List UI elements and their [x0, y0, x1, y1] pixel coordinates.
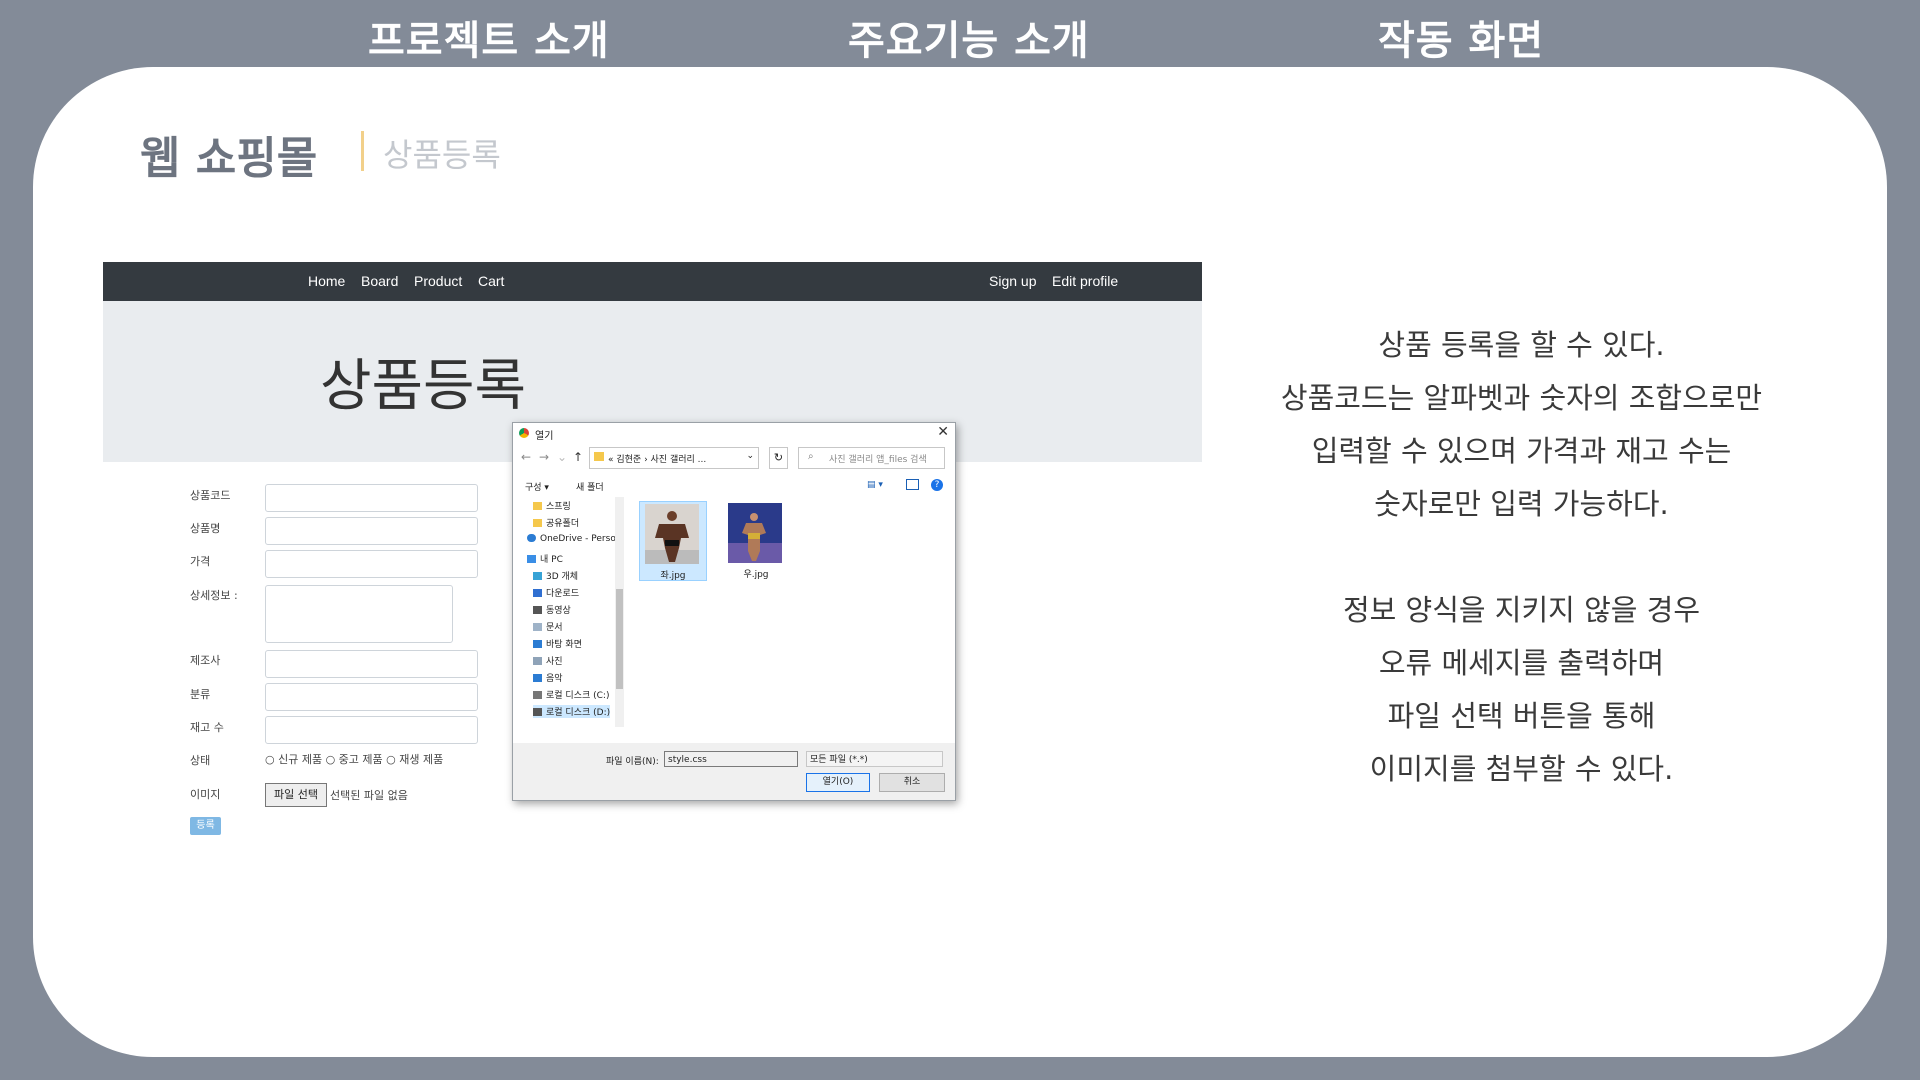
- jumbotron-title: 상품등록: [320, 354, 527, 419]
- bodybuilder-photo-icon: [645, 504, 699, 564]
- label-manufacturer: 제조사: [190, 654, 221, 667]
- dialog-titlebar: 열기 ✕: [513, 423, 955, 443]
- description-paragraph-1: 상품 등록을 할 수 있다. 상품코드는 알파벳과 숫자의 조합으로만 입력할 …: [1240, 319, 1803, 531]
- label-description: 상세정보 :: [190, 589, 238, 602]
- search-placeholder: 사진 갤러리 앱_files 검색: [829, 455, 927, 465]
- forward-arrow-icon[interactable]: →: [539, 450, 549, 464]
- dialog-title: 열기: [535, 431, 554, 442]
- new-folder-button[interactable]: 새 폴더: [576, 480, 604, 493]
- tree-item-onedrive[interactable]: OneDrive - Persor: [527, 534, 620, 544]
- condition-radio-group[interactable]: ○ 신규 제품 ○ 중고 제품 ○ 재생 제품: [265, 751, 443, 767]
- tree-item-disk-c[interactable]: 로컬 디스크 (C:): [533, 688, 609, 701]
- tree-item-shared[interactable]: 공유폴더: [533, 516, 579, 529]
- address-row: ← → ⌄ ↑ « 김현준 › 사진 갤러리 ... ⌄ ↻ ⌕ 사진 갤러리 …: [513, 447, 955, 471]
- description-line: 이미지를 첨부할 수 있다.: [1369, 752, 1674, 786]
- label-product-code: 상품코드: [190, 489, 231, 502]
- label-product-name: 상품명: [190, 522, 221, 535]
- filename-input[interactable]: style.css: [664, 751, 798, 767]
- description-textarea[interactable]: [265, 585, 453, 643]
- tree-item-disk-d[interactable]: 로컬 디스크 (D:): [533, 705, 611, 718]
- refresh-icon[interactable]: ↻: [769, 447, 788, 469]
- manufacturer-input[interactable]: [265, 650, 478, 678]
- preview-pane-icon[interactable]: [906, 479, 919, 490]
- top-nav-item-intro[interactable]: 프로젝트 소개: [368, 8, 610, 66]
- description-line: 정보 양식을 지키지 않을 경우: [1342, 593, 1701, 627]
- top-nav-item-features[interactable]: 주요기능 소개: [848, 8, 1090, 66]
- nav-cart-link[interactable]: Cart: [478, 273, 504, 289]
- description-line: 상품 등록을 할 수 있다.: [1378, 328, 1665, 362]
- tree-item-documents[interactable]: 문서: [533, 620, 563, 633]
- file-none-text: 선택된 파일 없음: [330, 789, 408, 802]
- help-icon[interactable]: ?: [931, 479, 943, 491]
- filename-label: 파일 이름(N):: [606, 757, 659, 767]
- chevron-down-icon[interactable]: ⌄: [746, 451, 754, 461]
- description-line: 오류 메세지를 출력하며: [1378, 646, 1665, 680]
- folder-icon: [594, 452, 604, 461]
- tree-item-downloads[interactable]: 다운로드: [533, 586, 579, 599]
- file-name-left: 좌.jpg: [660, 571, 686, 581]
- up-arrow-icon[interactable]: ↑: [573, 450, 583, 464]
- label-price: 가격: [190, 555, 211, 568]
- label-image: 이미지: [190, 788, 221, 801]
- category-input[interactable]: [265, 683, 478, 711]
- cancel-button[interactable]: 취소: [879, 773, 945, 792]
- tree-item-desktop[interactable]: 바탕 화면: [533, 637, 582, 650]
- label-condition: 상태: [190, 754, 211, 767]
- stage-photo-icon: [728, 503, 782, 563]
- nav-board-link[interactable]: Board: [361, 273, 398, 289]
- folder-tree: 스프링 공유폴더 OneDrive - Persor 내 PC 3D 개체 다운…: [513, 497, 625, 727]
- nav-signup-link[interactable]: Sign up: [989, 273, 1036, 289]
- slide-title: 웹 쇼핑몰: [140, 133, 318, 184]
- file-thumbnail-right[interactable]: 우.jpg: [723, 501, 789, 580]
- title-divider: [361, 131, 364, 171]
- file-type-select[interactable]: 모든 파일 (*.*): [806, 751, 943, 767]
- organize-menu[interactable]: 구성 ▾: [525, 480, 549, 493]
- tree-item-videos[interactable]: 동영상: [533, 603, 571, 616]
- breadcrumb: « 김현준 › 사진 갤러리 ...: [608, 455, 707, 465]
- price-input[interactable]: [265, 550, 478, 578]
- file-open-dialog: 열기 ✕ ← → ⌄ ↑ « 김현준 › 사진 갤러리 ... ⌄ ↻ ⌕ 사진…: [512, 422, 956, 801]
- chrome-icon: [519, 428, 529, 438]
- tree-item-music[interactable]: 음악: [533, 671, 563, 684]
- app-navbar: Home Board Product Cart Sign up Edit pro…: [103, 262, 1202, 301]
- top-nav: 프로젝트 소개 주요기능 소개 작동 화면: [0, 0, 1920, 67]
- tree-item-spring[interactable]: 스프링: [533, 499, 571, 512]
- nav-product-link[interactable]: Product: [414, 273, 462, 289]
- tree-item-3d[interactable]: 3D 개체: [533, 569, 578, 582]
- top-nav-item-demo[interactable]: 작동 화면: [1378, 8, 1544, 66]
- tree-item-my-pc[interactable]: 내 PC: [527, 552, 563, 565]
- submit-button[interactable]: 등록: [190, 817, 221, 835]
- search-input[interactable]: ⌕ 사진 갤러리 앱_files 검색: [798, 447, 945, 469]
- search-icon: ⌕: [808, 451, 814, 462]
- scrollbar-thumb[interactable]: [616, 589, 623, 689]
- file-thumbnail-left[interactable]: 좌.jpg: [639, 501, 707, 581]
- label-stock: 재고 수: [190, 721, 224, 734]
- description-paragraph-2: 정보 양식을 지키지 않을 경우 오류 메세지를 출력하며 파일 선택 버튼을 …: [1240, 584, 1803, 796]
- nav-edit-profile-link[interactable]: Edit profile: [1052, 273, 1118, 289]
- stock-input[interactable]: [265, 716, 478, 744]
- product-code-input[interactable]: [265, 484, 478, 512]
- address-bar[interactable]: « 김현준 › 사진 갤러리 ... ⌄: [589, 447, 759, 469]
- description-line: 입력할 수 있으며 가격과 재고 수는: [1311, 434, 1732, 468]
- dropdown-icon[interactable]: ⌄: [557, 450, 567, 464]
- label-category: 분류: [190, 688, 211, 701]
- close-icon[interactable]: ✕: [937, 424, 949, 440]
- product-name-input[interactable]: [265, 517, 478, 545]
- nav-home-link[interactable]: Home: [308, 273, 345, 289]
- file-name-right: 우.jpg: [743, 570, 769, 580]
- back-arrow-icon[interactable]: ←: [521, 450, 531, 464]
- description-line: 숫자로만 입력 가능하다.: [1374, 487, 1669, 521]
- view-options-icon[interactable]: ▤ ▾: [867, 480, 883, 490]
- description-line: 상품코드는 알파벳과 숫자의 조합으로만: [1280, 381, 1763, 415]
- file-select-button[interactable]: 파일 선택: [265, 783, 327, 807]
- description-line: 파일 선택 버튼을 통해: [1387, 699, 1656, 733]
- dialog-toolbar: 구성 ▾ 새 폴더 ▤ ▾ ?: [513, 477, 955, 495]
- open-button[interactable]: 열기(O): [806, 773, 870, 792]
- slide-subtitle: 상품등록: [383, 136, 501, 174]
- tree-item-pictures[interactable]: 사진: [533, 654, 563, 667]
- tree-scrollbar[interactable]: [615, 497, 624, 727]
